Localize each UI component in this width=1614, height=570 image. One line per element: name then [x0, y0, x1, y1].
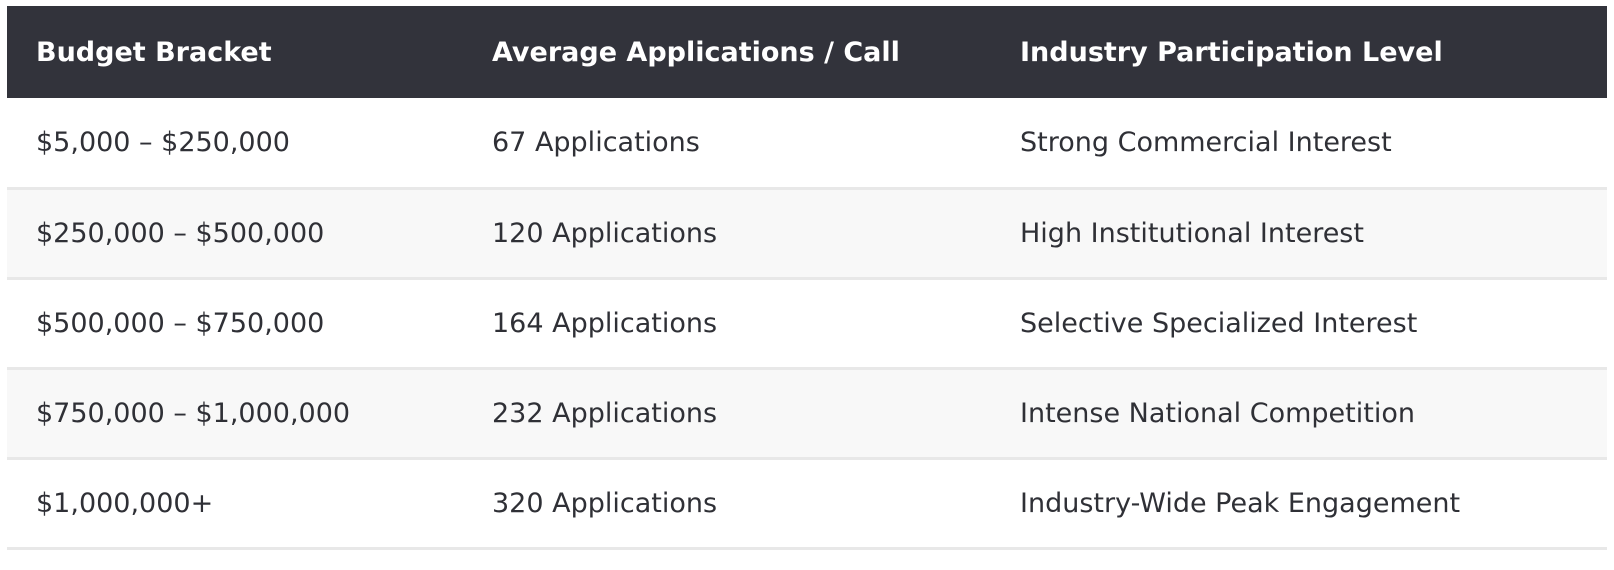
table-header: Budget Bracket Average Applications / Ca… — [7, 6, 1607, 98]
cell-budget-bracket: $1,000,000+ — [36, 487, 214, 519]
cell-participation-level: High Institutional Interest — [1020, 217, 1364, 249]
cell-average-applications: 120 Applications — [492, 217, 718, 249]
cell-budget-bracket: $500,000 – $750,000 — [36, 307, 325, 339]
cell-average-applications: 320 Applications — [492, 487, 718, 519]
header-average-applications: Average Applications / Call — [492, 36, 900, 68]
table-row: $500,000 – $750,000 164 Applications Sel… — [7, 278, 1607, 368]
cell-participation-level: Selective Specialized Interest — [1020, 307, 1418, 339]
cell-average-applications: 67 Applications — [492, 126, 700, 158]
cell-average-applications: 164 Applications — [492, 307, 718, 339]
cell-average-applications: 232 Applications — [492, 397, 718, 429]
cell-budget-bracket: $250,000 – $500,000 — [36, 217, 325, 249]
cell-budget-bracket: $750,000 – $1,000,000 — [36, 397, 351, 429]
table-row: $250,000 – $500,000 120 Applications Hig… — [7, 188, 1607, 278]
table-row: $1,000,000+ 320 Applications Industry-Wi… — [7, 458, 1607, 548]
table-body: $5,000 – $250,000 67 Applications Strong… — [7, 98, 1607, 548]
header-row: Budget Bracket Average Applications / Ca… — [7, 6, 1607, 98]
table-row: $750,000 – $1,000,000 232 Applications I… — [7, 368, 1607, 458]
header-budget-bracket: Budget Bracket — [36, 36, 272, 68]
cell-budget-bracket: $5,000 – $250,000 — [36, 126, 290, 158]
header-industry-participation: Industry Participation Level — [1020, 36, 1443, 68]
budget-table-container: Budget Bracket Average Applications / Ca… — [7, 6, 1607, 550]
cell-participation-level: Strong Commercial Interest — [1020, 126, 1392, 158]
cell-participation-level: Intense National Competition — [1020, 397, 1415, 429]
budget-table: Budget Bracket Average Applications / Ca… — [7, 6, 1607, 550]
cell-participation-level: Industry-Wide Peak Engagement — [1020, 487, 1461, 519]
table-row: $5,000 – $250,000 67 Applications Strong… — [7, 98, 1607, 188]
